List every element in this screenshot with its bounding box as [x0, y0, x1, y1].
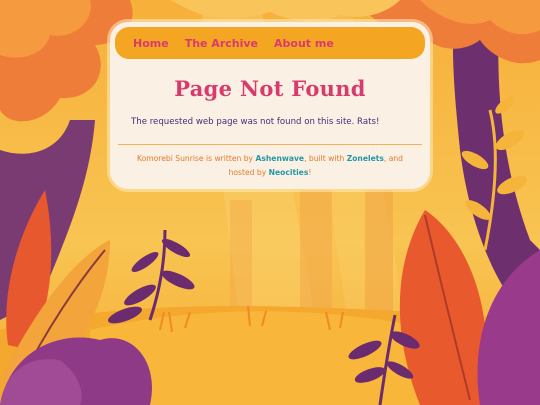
nav-link-home[interactable]: Home — [133, 37, 169, 50]
page-title: Page Not Found — [174, 76, 366, 101]
nav-link-about[interactable]: About me — [274, 37, 334, 50]
content-card: Home The Archive About me Page Not Found… — [110, 22, 430, 189]
footer-credits: Komorebi Sunrise is written by Ashenwave… — [124, 152, 416, 180]
not-found-message: The requested web page was not found on … — [131, 117, 380, 127]
nav-bar: Home The Archive About me — [115, 27, 425, 59]
footer-text: , built with — [304, 154, 347, 163]
nav-link-archive[interactable]: The Archive — [185, 37, 258, 50]
footer-text: ! — [308, 168, 312, 177]
divider — [118, 144, 422, 145]
footer-text: Komorebi Sunrise is written by — [136, 154, 256, 163]
zonelets-link[interactable]: Zonelets — [347, 154, 384, 163]
neocities-link[interactable]: Neocities — [269, 168, 309, 177]
author-link[interactable]: Ashenwave — [255, 154, 304, 163]
